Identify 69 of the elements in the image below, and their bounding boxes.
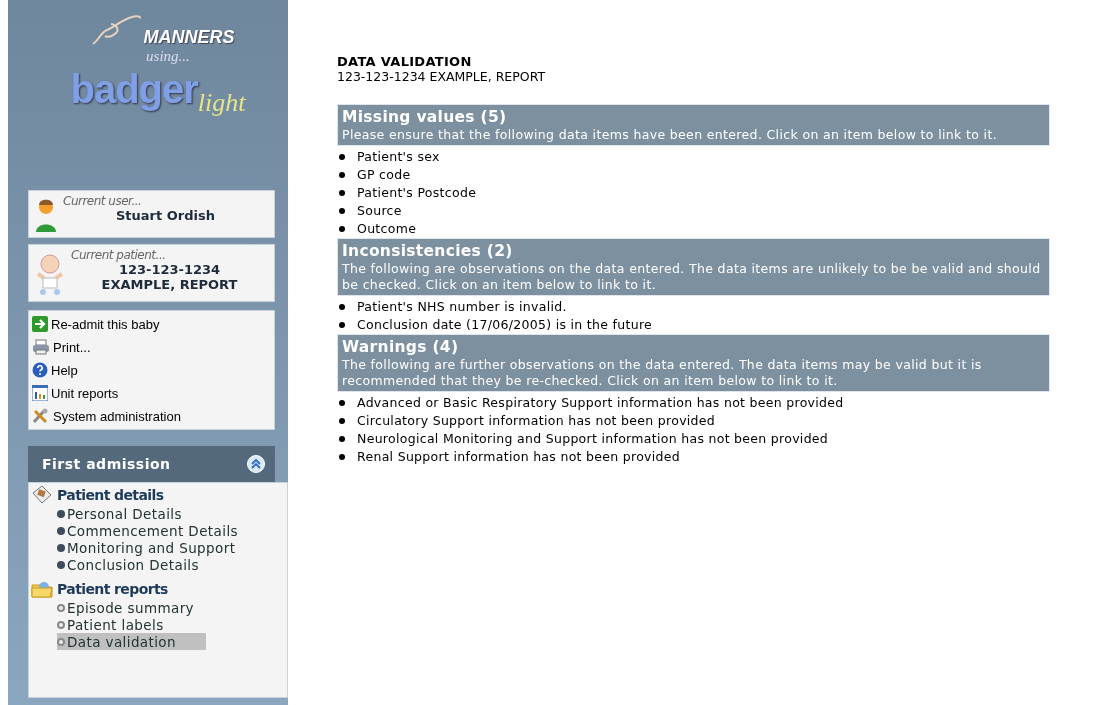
nav-item[interactable]: Data validation <box>57 633 206 650</box>
bullet-icon <box>339 172 345 178</box>
arrow-icon <box>32 316 48 332</box>
bullet-icon <box>57 620 65 629</box>
bullet-icon <box>57 526 65 535</box>
section-title: Inconsistencies (2) <box>342 242 514 261</box>
validation-item[interactable]: Conclusion date (17/06/2005) is in the future <box>357 316 653 334</box>
bullet-icon <box>57 509 65 518</box>
nav-item[interactable]: Commencement Details <box>57 522 242 539</box>
bullet-icon <box>57 543 65 552</box>
tools-icon <box>32 408 50 424</box>
bullet-icon <box>339 322 345 328</box>
section-title: First admission <box>42 456 171 472</box>
bullet-icon <box>339 304 345 310</box>
validation-item[interactable]: Patient's Postcode <box>357 184 477 202</box>
section-description: Please ensure that the following data items have been entered. Click on an item below to link to it. <box>342 127 998 143</box>
logo-product-suffix: light <box>197 88 246 118</box>
menu-link[interactable]: Help <box>51 362 78 378</box>
logo-product: badger <box>70 67 198 112</box>
patient-id: 123-123-1234 <box>117 262 222 277</box>
menu-link[interactable]: Print... <box>53 339 91 355</box>
nav-item[interactable]: Patient labels <box>57 616 168 633</box>
nav-item[interactable]: Personal Details <box>57 505 186 522</box>
user-name: Stuart Ordish <box>115 208 216 223</box>
nav-item[interactable]: Episode summary <box>57 599 198 616</box>
validation-item[interactable]: Patient's sex <box>357 148 440 166</box>
bullet-icon <box>339 454 345 460</box>
nav-item[interactable]: Conclusion Details <box>57 556 203 573</box>
validation-item[interactable]: Advanced or Basic Respiratory Support information has not been provided <box>357 394 844 412</box>
validation-item[interactable]: Outcome <box>357 220 417 238</box>
validation-item[interactable]: Patient's NHS number is invalid. <box>357 298 567 316</box>
help-icon <box>32 362 48 378</box>
printer-icon <box>32 339 50 355</box>
collapse-icon[interactable] <box>247 455 265 473</box>
validation-item[interactable]: Circulatory Support information has not been provided <box>357 412 716 430</box>
bullet-icon <box>339 418 345 424</box>
group-title[interactable]: Patient reports <box>57 581 168 597</box>
menu-link[interactable]: Re-admit this baby <box>51 316 160 332</box>
bar-chart-icon <box>32 385 48 401</box>
menu-link[interactable]: Unit reports <box>51 385 119 401</box>
bullet-icon <box>57 637 65 646</box>
logo-tagline: using... <box>146 48 190 65</box>
bullet-icon <box>339 154 345 160</box>
bullet-icon <box>57 560 65 569</box>
validation-item[interactable]: GP code <box>357 166 411 184</box>
menu-link[interactable]: System administration <box>53 408 181 424</box>
clipboard-icon <box>31 485 53 505</box>
page-title: DATA VALIDATION <box>337 54 473 69</box>
folder-icon <box>31 579 53 599</box>
section-title: Missing values (5) <box>342 108 508 127</box>
bullet-icon <box>339 208 345 214</box>
bullet-icon <box>339 400 345 406</box>
bullet-icon <box>57 603 65 612</box>
nav-item[interactable]: Monitoring and Support <box>57 539 240 556</box>
patient-label: Current patient... <box>71 248 167 262</box>
bullet-icon <box>339 190 345 196</box>
bullet-icon <box>339 436 345 442</box>
validation-item[interactable]: Renal Support information has not been provided <box>357 448 681 466</box>
bullet-icon <box>339 226 345 232</box>
group-title[interactable]: Patient details <box>57 487 164 503</box>
patient-name: EXAMPLE, REPORT <box>100 277 239 292</box>
validation-item[interactable]: Source <box>357 202 402 220</box>
section-title: Warnings (4) <box>342 338 460 357</box>
validation-item[interactable]: Neurological Monitoring and Support information has not been provided <box>357 430 829 448</box>
section-description: The following are further observations on the data entered. The data items may be valid but it is recommended that they be re-checked. Click on an item below to link to it. <box>342 357 983 389</box>
section-description: The following are observations on the data entered. The data items are unlikely to be be valid and should be checked. Click on an item below to link to it. <box>342 261 1042 293</box>
user-label: Current user... <box>63 194 143 208</box>
logo-brand: MANNERS <box>143 27 235 48</box>
page-subtitle: 123-123-1234 EXAMPLE, REPORT <box>337 69 547 84</box>
